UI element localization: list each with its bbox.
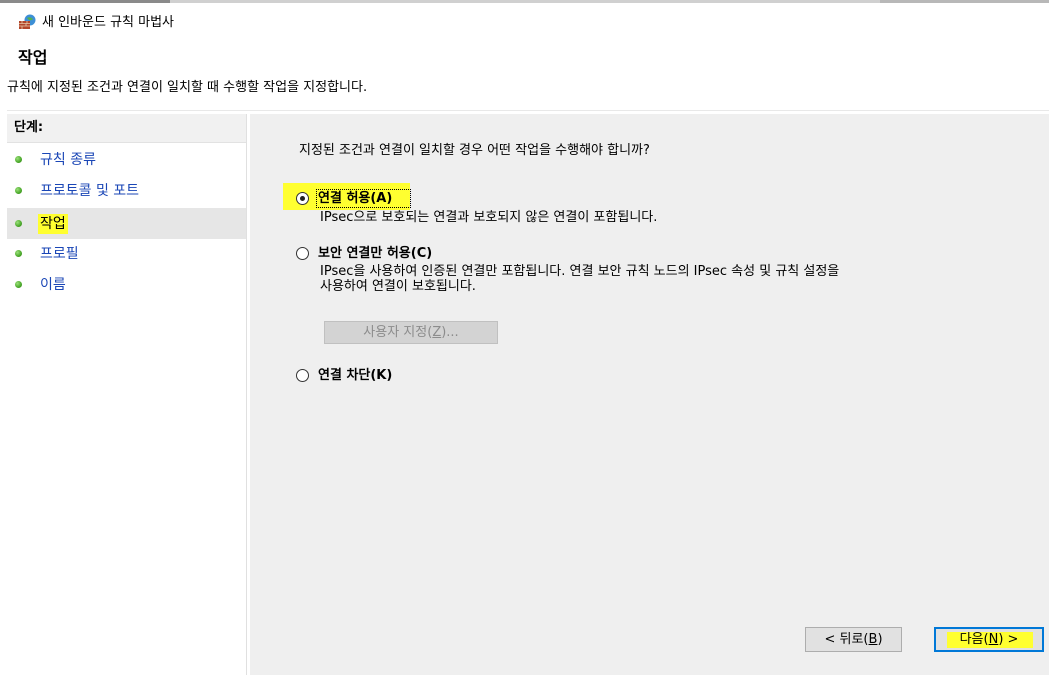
steps-header: 단계: — [7, 114, 246, 143]
step-bullet-icon — [15, 187, 22, 194]
steps-panel: 단계: 규칙 종류 프로토콜 및 포트 작업 프로필 이름 — [7, 114, 246, 675]
option-description: IPsec을 사용하여 인증된 연결만 포함됩니다. 연결 보안 규칙 노드의 … — [320, 264, 840, 279]
option-label[interactable]: 연결 허용(A) — [318, 190, 392, 208]
step-action[interactable]: 작업 — [7, 208, 246, 239]
main-content: 지정된 조건과 연결이 일치할 경우 어떤 작업을 수행해야 합니까? 연결 허… — [250, 114, 1049, 675]
step-label: 작업 — [38, 214, 68, 234]
radio-allow[interactable] — [296, 192, 309, 205]
next-label-key: N — [988, 632, 999, 647]
step-label: 프로필 — [40, 246, 79, 262]
step-label: 프로토콜 및 포트 — [40, 183, 140, 199]
customize-button[interactable]: 사용자 지정(Z)... — [324, 321, 498, 344]
step-profile[interactable]: 프로필 — [7, 238, 246, 269]
step-protocol-ports[interactable]: 프로토콜 및 포트 — [7, 175, 246, 206]
step-bullet-icon — [15, 281, 22, 288]
header-divider — [7, 110, 1049, 111]
title-bar: 새 인바운드 규칙 마법사 — [0, 3, 1049, 39]
step-bullet-icon — [15, 220, 22, 227]
step-rule-type[interactable]: 규칙 종류 — [7, 144, 246, 175]
step-bullet-icon — [15, 250, 22, 257]
option-label[interactable]: 보안 연결만 허용(C) — [318, 245, 432, 263]
panel-divider — [246, 114, 247, 675]
firewall-icon — [19, 14, 36, 29]
next-button[interactable]: 다음(N) > — [934, 627, 1044, 652]
next-label: 다음(N) > — [960, 632, 1019, 647]
back-label-pre: < 뒤로( — [824, 632, 869, 647]
back-button[interactable]: < 뒤로(B) — [805, 627, 902, 652]
step-label: 이름 — [40, 277, 66, 293]
window-title: 새 인바운드 규칙 마법사 — [42, 15, 174, 30]
customize-label-pre: 사용자 지정( — [363, 325, 433, 340]
page-description: 규칙에 지정된 조건과 연결이 일치할 때 수행할 작업을 지정합니다. — [7, 80, 368, 95]
step-bullet-icon — [15, 156, 22, 163]
option-description: IPsec으로 보호되는 연결과 보호되지 않은 연결이 포함됩니다. — [320, 210, 658, 225]
option-description: 사용하여 연결이 보호됩니다. — [320, 279, 476, 294]
customize-label-key: Z — [432, 325, 442, 340]
action-question: 지정된 조건과 연결이 일치할 경우 어떤 작업을 수행해야 합니까? — [299, 143, 650, 158]
radio-block[interactable] — [296, 369, 309, 382]
radio-secure[interactable] — [296, 247, 309, 260]
next-label-post: ) > — [998, 632, 1019, 647]
customize-label-post: )... — [441, 325, 459, 340]
page-title: 작업 — [18, 48, 48, 67]
step-label: 규칙 종류 — [40, 152, 96, 168]
next-label-pre: 다음( — [959, 632, 989, 647]
step-name[interactable]: 이름 — [7, 269, 246, 300]
back-label-post: ) — [877, 632, 883, 647]
option-label[interactable]: 연결 차단(K) — [318, 367, 392, 385]
steps-header-label: 단계: — [14, 120, 44, 135]
